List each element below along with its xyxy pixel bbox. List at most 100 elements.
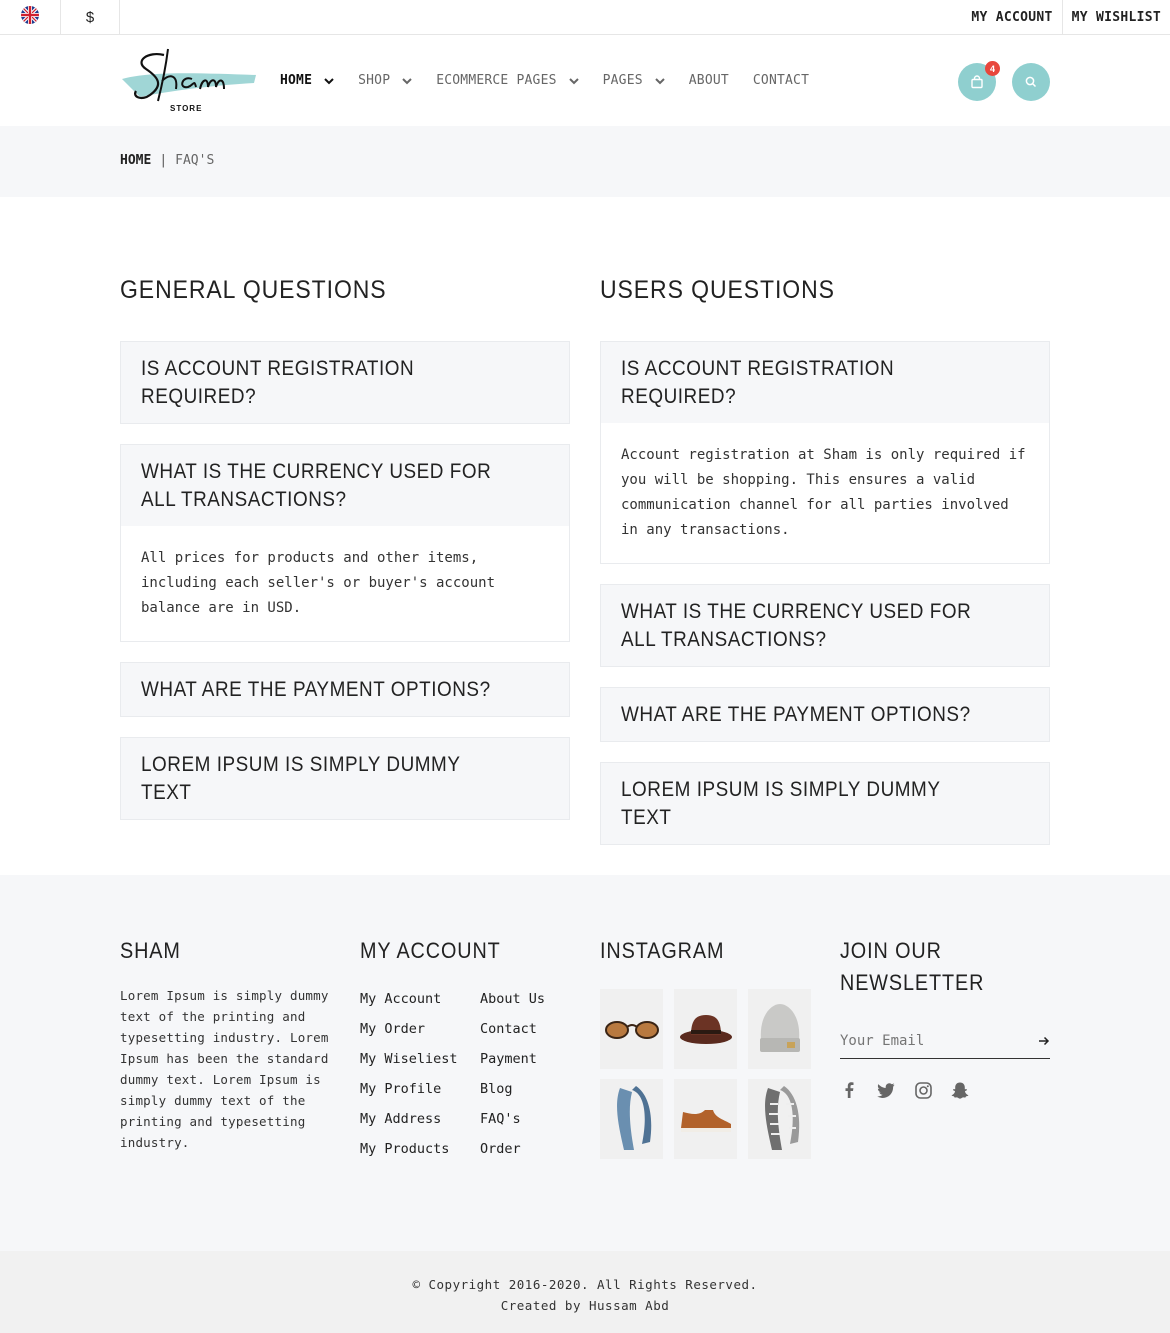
chevron-down-icon [402, 77, 412, 84]
users-questions-section: USERS QUESTIONS IS ACCOUNT REGISTRATION … [600, 276, 1050, 865]
footer-link-my-account[interactable]: My Account [360, 987, 460, 1011]
faq-question-text: WHAT IS THE CURRENCY USED FOR ALL TRANSA… [621, 600, 972, 651]
faq-question[interactable]: WHAT ARE THE PAYMENT OPTIONS? [601, 688, 1049, 741]
instagram-image-sunglasses[interactable] [600, 989, 663, 1069]
nav-ecommerce-pages[interactable]: ECOMMERCE PAGES [436, 73, 579, 88]
uk-flag-icon [21, 6, 39, 28]
faq-question-text: WHAT IS THE CURRENCY USED FOR ALL TRANSA… [141, 460, 492, 511]
faq-question[interactable]: WHAT IS THE CURRENCY USED FOR ALL TRANSA… [601, 585, 1049, 666]
faq-answer: Account registration at Sham is only req… [621, 447, 1026, 538]
logo[interactable]: STORE [120, 45, 260, 117]
footer-link-blog[interactable]: Blog [480, 1077, 580, 1101]
my-wishlist-link[interactable]: MY WISHLIST [1061, 0, 1170, 34]
credits-text: Created by Hussam Abd [500, 1298, 670, 1313]
footer-link-my-profile[interactable]: My Profile [360, 1077, 460, 1101]
faq-question-text: LOREM IPSUM IS SIMPLY DUMMY TEXT [621, 778, 941, 829]
nav-pages-label: PAGES [602, 73, 643, 88]
faq-item: WHAT ARE THE PAYMENT OPTIONS? [600, 687, 1050, 742]
main-header: STORE HOME SHOP ECOMMERCE PAGES PAGES AB… [0, 35, 1170, 126]
footer: SHAM Lorem Ipsum is simply dummy text of… [0, 875, 1170, 1251]
faq-question-text: LOREM IPSUM IS SIMPLY DUMMY TEXT [141, 753, 461, 804]
faq-question-text: WHAT ARE THE PAYMENT OPTIONS? [621, 703, 971, 726]
footer-link-my-address[interactable]: My Address [360, 1107, 460, 1131]
faq-question[interactable]: WHAT ARE THE PAYMENT OPTIONS? [121, 663, 569, 716]
chevron-down-icon [655, 77, 665, 84]
faq-question[interactable]: LOREM IPSUM IS SIMPLY DUMMY TEXT [121, 738, 569, 819]
footer-my-account: MY ACCOUNT My Account My Order My Wiseli… [360, 935, 580, 1157]
breadcrumb-separator: | [159, 153, 168, 168]
nav-shop-label: SHOP [358, 73, 391, 88]
footer-link-faqs[interactable]: FAQ's [480, 1107, 580, 1131]
footer-link-my-wiseliest[interactable]: My Wiseliest [360, 1047, 460, 1071]
nav-pages[interactable]: PAGES [603, 73, 665, 88]
search-icon [1025, 76, 1037, 88]
faq-item: IS ACCOUNT REGISTRATION REQUIRED? Accoun… [600, 341, 1050, 564]
footer-account-links: My Account My Order My Wiseliest My Prof… [360, 987, 460, 1167]
nav-about[interactable]: ABOUT [689, 73, 729, 88]
faq-question-text: IS ACCOUNT REGISTRATION REQUIRED? [141, 357, 415, 408]
instagram-icon[interactable] [914, 1081, 932, 1099]
footer-link-about-us[interactable]: About Us [480, 987, 580, 1011]
main-nav: HOME SHOP ECOMMERCE PAGES PAGES ABOUT CO… [280, 35, 833, 126]
section-title: GENERAL QUESTIONS [120, 276, 387, 304]
footer-instagram: INSTAGRAM [600, 935, 811, 1159]
top-bar: $ MY ACCOUNT MY WISHLIST [0, 0, 1170, 35]
faq-question[interactable]: IS ACCOUNT REGISTRATION REQUIRED? [601, 342, 1049, 423]
footer-account-title: MY ACCOUNT [360, 938, 501, 963]
twitter-icon[interactable] [877, 1081, 895, 1099]
footer-link-payment[interactable]: Payment [480, 1047, 580, 1071]
footer-link-my-order[interactable]: My Order [360, 1017, 460, 1041]
faq-answer: All prices for products and other items,… [141, 550, 496, 616]
footer-link-contact[interactable]: Contact [480, 1017, 580, 1041]
facebook-icon[interactable] [840, 1081, 858, 1099]
faq-item: LOREM IPSUM IS SIMPLY DUMMY TEXT [600, 762, 1050, 845]
footer-link-order[interactable]: Order [480, 1137, 580, 1161]
social-links [840, 1081, 1050, 1099]
snapchat-icon[interactable] [951, 1081, 969, 1099]
faq-question[interactable]: LOREM IPSUM IS SIMPLY DUMMY TEXT [601, 763, 1049, 844]
faq-item: WHAT ARE THE PAYMENT OPTIONS? [120, 662, 570, 717]
faq-question[interactable]: WHAT IS THE CURRENCY USED FOR ALL TRANSA… [121, 445, 569, 526]
instagram-image-patterned-scarf[interactable] [748, 1079, 811, 1159]
language-selector[interactable] [0, 0, 61, 34]
instagram-image-beanie[interactable] [748, 989, 811, 1069]
nav-shop[interactable]: SHOP [358, 73, 412, 88]
copyright-bar: © Copyright 2016-2020. All Rights Reserv… [0, 1251, 1170, 1333]
nav-home[interactable]: HOME [280, 73, 334, 88]
cart-button[interactable]: 4 [958, 61, 1000, 101]
copyright-text: © Copyright 2016-2020. All Rights Reserv… [412, 1277, 758, 1292]
svg-text:STORE: STORE [170, 104, 202, 113]
footer-about: SHAM Lorem Ipsum is simply dummy text of… [120, 935, 335, 1153]
currency-selector[interactable]: $ [61, 0, 120, 34]
arrow-right-icon[interactable] [1038, 1031, 1050, 1050]
newsletter-form [840, 1023, 1050, 1059]
search-button[interactable] [1012, 63, 1050, 101]
footer-instagram-title: INSTAGRAM [600, 938, 725, 963]
faq-question[interactable]: IS ACCOUNT REGISTRATION REQUIRED? [121, 342, 569, 423]
breadcrumb: HOME | FAQ'S [0, 126, 1170, 197]
footer-newsletter: JOIN OUR NEWSLETTER [840, 935, 1050, 1099]
nav-contact[interactable]: CONTACT [753, 73, 809, 88]
footer-info-links: About Us Contact Payment Blog FAQ's Orde… [480, 987, 580, 1167]
chevron-down-icon [324, 77, 334, 84]
faq-item: IS ACCOUNT REGISTRATION REQUIRED? [120, 341, 570, 424]
my-account-link[interactable]: MY ACCOUNT [962, 0, 1061, 34]
instagram-image-scarf[interactable] [600, 1079, 663, 1159]
breadcrumb-current: FAQ'S [175, 153, 215, 168]
nav-ecommerce-label: ECOMMERCE PAGES [436, 73, 557, 88]
newsletter-email-input[interactable] [840, 1032, 1020, 1049]
footer-link-my-products[interactable]: My Products [360, 1137, 460, 1161]
breadcrumb-home[interactable]: HOME [120, 153, 151, 168]
footer-about-text: Lorem Ipsum is simply dummy text of the … [120, 988, 329, 1150]
section-title: USERS QUESTIONS [600, 276, 835, 304]
instagram-image-shoe[interactable] [674, 1079, 737, 1159]
instagram-image-hat[interactable] [674, 989, 737, 1069]
faq-item: LOREM IPSUM IS SIMPLY DUMMY TEXT [120, 737, 570, 820]
faq-question-text: IS ACCOUNT REGISTRATION REQUIRED? [621, 357, 895, 408]
footer-newsletter-title: JOIN OUR NEWSLETTER [840, 938, 985, 995]
footer-about-title: SHAM [120, 938, 181, 963]
shopping-bag-icon [971, 75, 983, 89]
instagram-grid [600, 989, 811, 1159]
general-questions-section: GENERAL QUESTIONS IS ACCOUNT REGISTRATIO… [120, 276, 570, 840]
cart-count-badge: 4 [985, 61, 1000, 76]
